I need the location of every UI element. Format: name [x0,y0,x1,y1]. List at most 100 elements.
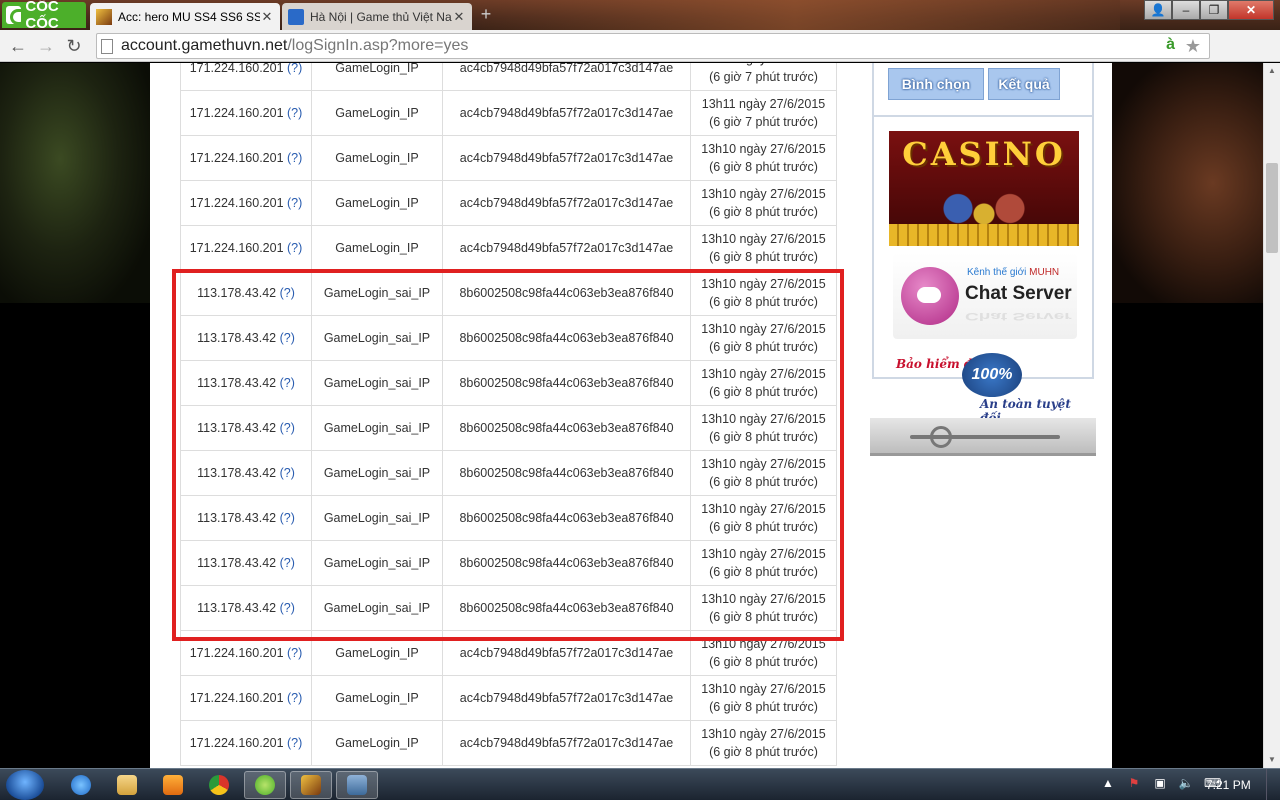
forward-arrow-icon[interactable]: → [36,36,56,56]
scroll-down-icon[interactable]: ▼ [1264,752,1280,768]
ip-lookup-link[interactable]: (?) [287,241,302,255]
volume-icon[interactable]: 🔈 [1178,775,1194,791]
ip-lookup-link[interactable]: (?) [287,646,302,660]
ip-cell: 171.224.160.201 (?) [180,135,312,181]
taskbar-clock[interactable]: 7:21 PM [1206,778,1251,792]
taskbar-explorer[interactable] [106,771,148,799]
ip-lookup-link[interactable]: (?) [287,196,302,210]
bookmark-star-icon[interactable]: ★ [1185,36,1201,57]
coccoc-extension-icon[interactable]: à [1166,36,1175,54]
taskbar-mu-game[interactable] [290,771,332,799]
timestamp: 13h10 ngày 27/6/2015 [701,232,826,246]
ip-cell: 171.224.160.201 (?) [180,90,312,136]
scroll-thumb[interactable] [1266,163,1278,253]
reload-icon[interactable]: ↻ [64,36,84,56]
ip-lookup-link[interactable]: (?) [287,736,302,750]
time-cell: 13h10 ngày 27/6/2015 (6 giờ 8 phút trước) [690,270,837,316]
tab-account-log[interactable]: Acc: hero MU SS4 SS6 SS8 ✕ [90,3,280,30]
guarantee-seal: 100% [962,353,1022,397]
timestamp: 13h10 ngày 27/6/2015 [701,727,826,741]
hash-cell: 8b6002508c98fa44c063eb3ea876f840 [442,540,691,586]
start-button[interactable] [6,770,44,800]
ip-address: 113.178.43.42 [197,556,277,570]
ip-cell: 113.178.43.42 (?) [180,405,312,451]
taskbar-app[interactable] [336,771,378,799]
ip-lookup-link[interactable]: (?) [280,511,295,525]
close-tab-icon[interactable]: ✕ [452,9,466,25]
chrome-icon [209,775,229,795]
insurance-banner[interactable]: Bảo hiểm đồ 100% An toàn tuyệt đối [892,353,1082,425]
relative-time: (6 giờ 7 phút trước) [709,70,818,84]
time-cell: 13h10 ngày 27/6/2015 (6 giờ 8 phút trước) [690,360,837,406]
results-button[interactable]: Kết quả [988,68,1060,100]
ip-address: 171.224.160.201 [189,646,284,660]
maximize-icon[interactable]: ❐ [1200,0,1228,20]
taskbar-coccoc[interactable] [244,771,286,799]
hash-cell: 8b6002508c98fa44c063eb3ea876f840 [442,495,691,541]
action-cell: GameLogin_IP [311,720,443,766]
show-desktop-button[interactable] [1266,769,1280,800]
ip-lookup-link[interactable]: (?) [280,376,295,390]
ie-icon [71,775,91,795]
table-row: 171.224.160.201 (?) GameLogin_IP ac4cb7948… [180,63,837,91]
ip-address: 171.224.160.201 [189,196,284,210]
new-tab-button[interactable]: + [476,5,496,23]
ip-lookup-link[interactable]: (?) [287,63,302,75]
time-cell: 13h11 ngày 27/6/2015 (6 giờ 7 phút trước) [690,90,837,136]
time-cell: 13h10 ngày 27/6/2015 (6 giờ 8 phút trước) [690,135,837,181]
close-window-icon[interactable]: ✕ [1228,0,1274,20]
vote-button[interactable]: Bình chọn [888,68,984,100]
tray-expand-icon[interactable]: ▲ [1100,775,1116,791]
relative-time: (6 giờ 8 phút trước) [709,520,818,534]
relative-time: (6 giờ 8 phút trước) [709,385,818,399]
page-scrollbar[interactable]: ▲ ▼ [1263,63,1280,768]
close-tab-icon[interactable]: ✕ [260,9,274,25]
action-center-icon[interactable]: ⚑ [1126,775,1142,791]
casino-banner[interactable]: CASINO [889,131,1079,246]
ip-lookup-link[interactable]: (?) [280,331,295,345]
hash-cell: 8b6002508c98fa44c063eb3ea876f840 [442,585,691,631]
chat-bubble-icon [901,267,959,325]
ip-lookup-link[interactable]: (?) [287,106,302,120]
ip-lookup-link[interactable]: (?) [280,286,295,300]
table-row: 171.224.160.201 (?) GameLogin_IP ac4cb7948… [180,225,837,271]
tab-hanoi-gamethu[interactable]: Hà Nội | Game thủ Việt Na ✕ [282,3,472,30]
time-cell: 13h10 ngày 27/6/2015 (6 giờ 8 phút trước) [690,450,837,496]
ip-lookup-link[interactable]: (?) [280,601,295,615]
sword-divider-art [870,418,1096,456]
browser-brand-button[interactable]: CỐC CỐC [2,0,86,32]
timestamp: 13h10 ngày 27/6/2015 [701,187,826,201]
timestamp: 13h11 ngày 27/6/2015 [701,97,826,111]
relative-time: (6 giờ 8 phút trước) [709,745,818,759]
relative-time: (6 giờ 8 phút trước) [709,205,818,219]
chat-title-reflection: Chat Server [965,310,1072,323]
ip-lookup-link[interactable]: (?) [280,421,295,435]
ip-lookup-link[interactable]: (?) [280,556,295,570]
ip-lookup-link[interactable]: (?) [287,151,302,165]
profile-icon[interactable]: 👤 [1144,0,1172,20]
url-text: account.gamethuvn.net/logSignIn.asp?more… [121,37,469,54]
address-bar[interactable]: account.gamethuvn.net/logSignIn.asp?more… [96,33,1210,59]
ip-cell: 113.178.43.42 (?) [180,450,312,496]
scroll-up-icon[interactable]: ▲ [1264,63,1280,79]
table-row: 171.224.160.201 (?) GameLogin_IP ac4cb7948… [180,180,837,226]
ip-lookup-link[interactable]: (?) [287,691,302,705]
taskbar-media-player[interactable] [152,771,194,799]
taskbar-ie[interactable] [60,771,102,799]
minimize-icon[interactable]: – [1172,0,1200,20]
hash-cell: ac4cb7948d49bfa57f72a017c3d147ae [442,630,691,676]
timestamp: 13h10 ngày 27/6/2015 [701,592,826,606]
hash-cell: 8b6002508c98fa44c063eb3ea876f840 [442,405,691,451]
back-arrow-icon[interactable]: ← [8,36,28,56]
window-controls: 👤 – ❐ ✕ [1144,0,1274,20]
ip-address: 171.224.160.201 [189,736,284,750]
ip-lookup-link[interactable]: (?) [280,466,295,480]
login-log-table: 171.224.160.201 (?) GameLogin_IP ac4cb7948… [180,63,837,766]
action-cell: GameLogin_sai_IP [311,540,443,586]
network-icon[interactable]: ▣ [1152,775,1168,791]
action-cell: GameLogin_IP [311,675,443,721]
taskbar-chrome[interactable] [198,771,240,799]
chat-server-banner[interactable]: Kênh thế giới MUHN Chat Server Chat Serv… [893,253,1077,339]
hash-cell: 8b6002508c98fa44c063eb3ea876f840 [442,450,691,496]
hash-cell: ac4cb7948d49bfa57f72a017c3d147ae [442,90,691,136]
